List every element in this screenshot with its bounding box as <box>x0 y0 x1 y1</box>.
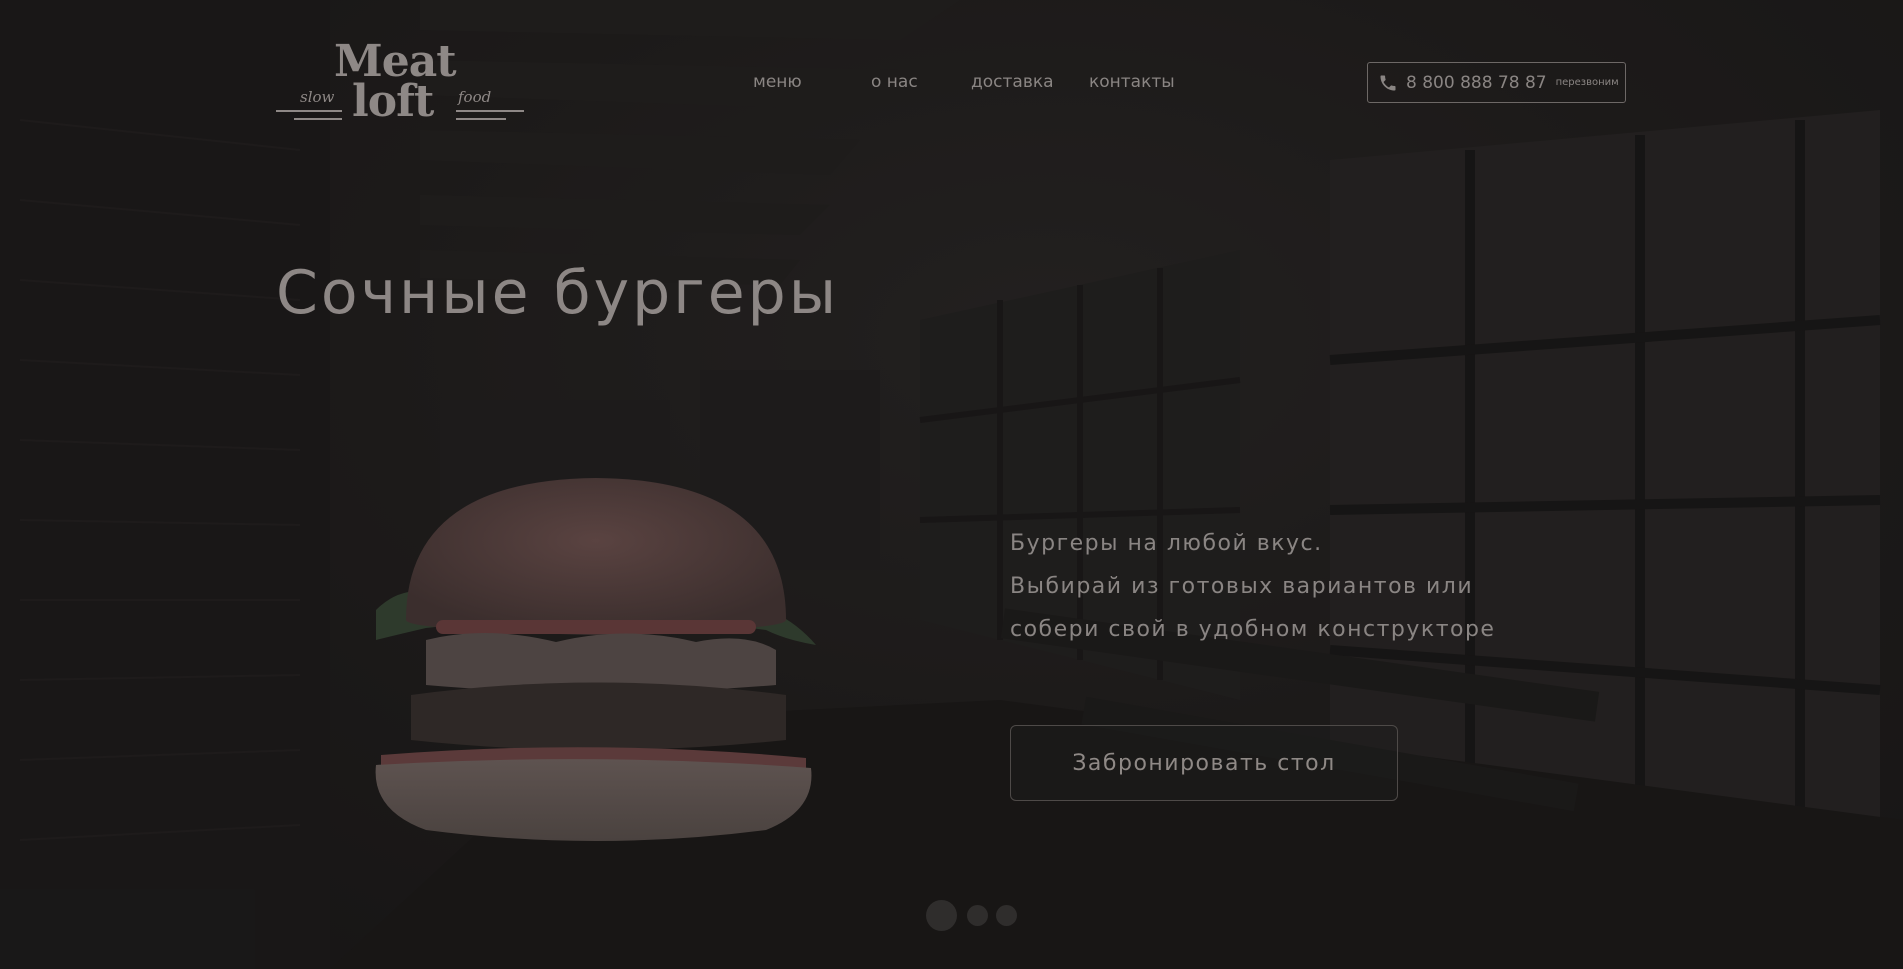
book-table-button[interactable]: Забронировать стол <box>1010 725 1398 801</box>
description-line: Бургеры на любой вкус. <box>1010 531 1323 556</box>
background-interior-image <box>0 0 1903 969</box>
burger-image <box>375 478 816 841</box>
hero-description: Бургеры на любой вкус. Выбирай из готовы… <box>1010 522 1570 651</box>
nav-item-about[interactable]: о нас <box>871 72 918 92</box>
logo-food-text: food <box>458 88 492 106</box>
phone-number: 8 800 888 78 87 <box>1406 72 1547 93</box>
logo-slow-text: slow <box>300 88 335 106</box>
phone-icon <box>1380 75 1396 90</box>
slider-dot-1[interactable] <box>926 900 957 931</box>
callback-label: перезвоним <box>1555 77 1619 88</box>
hero-section: Meat loft slow food меню о нас доставка … <box>0 0 1903 969</box>
description-line: Выбирай из готовых вариантов или <box>1010 574 1474 599</box>
logo-rule <box>456 110 524 112</box>
slider-dot-3[interactable] <box>996 905 1017 926</box>
logo-loft-text: loft <box>352 76 434 127</box>
logo-rule <box>456 118 506 120</box>
brand-logo[interactable]: Meat loft slow food <box>276 40 524 130</box>
logo-rule <box>294 118 342 120</box>
nav-item-contacts[interactable]: контакты <box>1089 72 1175 92</box>
logo-rule <box>276 110 342 112</box>
description-line: собери свой в удобном конструкторе <box>1010 617 1496 642</box>
phone-callback-button[interactable]: 8 800 888 78 87 перезвоним <box>1367 62 1626 103</box>
nav-item-delivery[interactable]: доставка <box>971 72 1054 92</box>
slider-dot-2[interactable] <box>967 905 988 926</box>
nav-item-menu[interactable]: меню <box>753 72 802 92</box>
page-title: Сочные бургеры <box>276 258 840 328</box>
